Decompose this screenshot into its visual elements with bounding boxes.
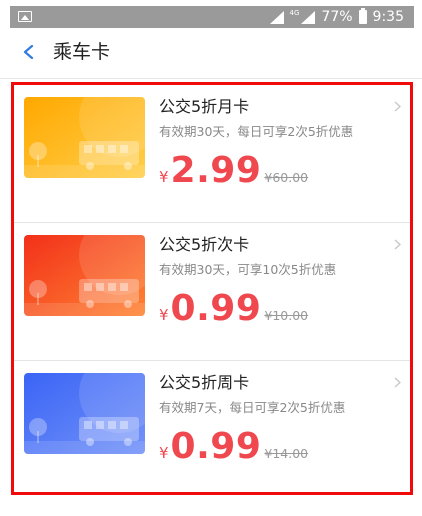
header: 乘车卡 xyxy=(0,28,422,79)
selection-highlight xyxy=(11,82,413,495)
page-title: 乘车卡 xyxy=(53,41,111,63)
wifi-signal-icon xyxy=(269,10,284,24)
status-bar: 4G 77% 9:35 xyxy=(10,6,414,28)
back-arrow-icon[interactable] xyxy=(22,45,36,59)
cell-signal-icon xyxy=(301,10,316,24)
battery-icon xyxy=(358,8,367,24)
screen: 4G 77% 9:35 乘车卡 公交5折月卡 有效期30天，每日可享2次5折优惠… xyxy=(0,0,422,516)
status-indicators: 4G 77% 9:35 xyxy=(269,8,404,26)
gallery-notification-icon xyxy=(18,11,32,22)
network-type-label: 4G xyxy=(289,9,300,17)
battery-percent: 77% xyxy=(321,9,353,25)
status-time: 9:35 xyxy=(372,9,404,25)
